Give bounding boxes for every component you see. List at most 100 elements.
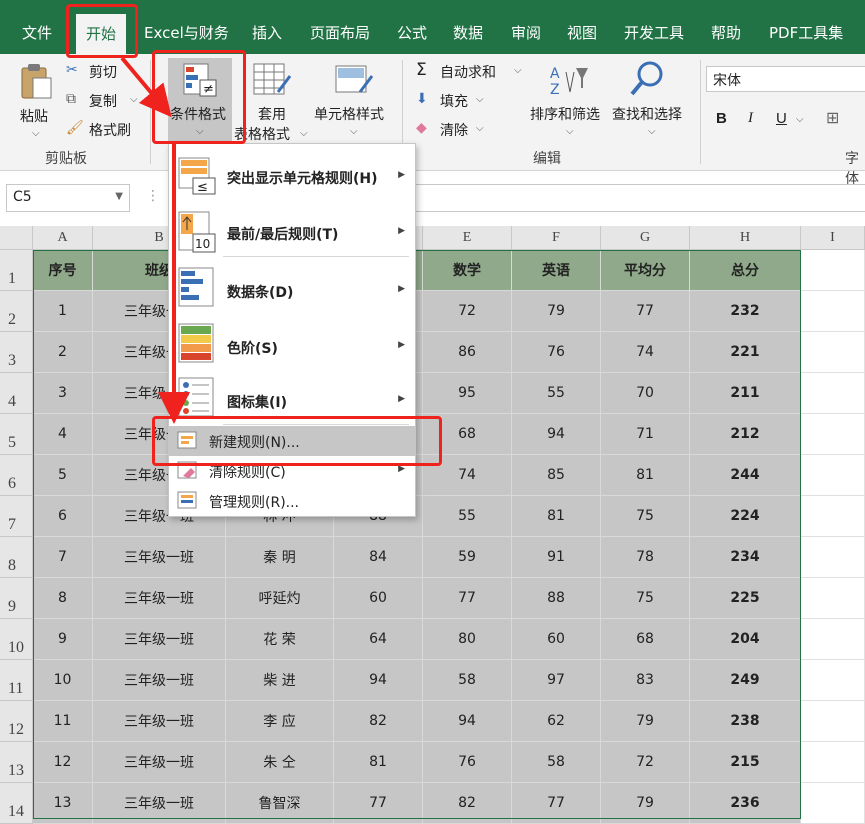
table-cell[interactable]: 94 (334, 660, 423, 701)
table-cell[interactable]: 64 (334, 619, 423, 660)
tab-review[interactable]: 审阅 (511, 18, 541, 48)
table-cell[interactable]: 204 (690, 619, 801, 660)
table-cell[interactable]: 13 (33, 783, 93, 824)
table-cell[interactable]: 呼延灼 (226, 578, 334, 619)
autosum-button[interactable]: Σ 自动求和 ⌵ (416, 60, 528, 84)
table-cell[interactable]: 70 (601, 373, 690, 414)
tab-developer[interactable]: 开发工具 (624, 18, 684, 48)
tab-excel-finance[interactable]: Excel与财务 (144, 18, 229, 48)
table-cell[interactable]: 88 (512, 578, 601, 619)
row-header[interactable]: 8 (0, 537, 33, 578)
header-cell[interactable]: 数学 (423, 250, 512, 291)
chevron-down-icon[interactable]: ▼ (115, 191, 123, 202)
table-cell[interactable]: 77 (601, 291, 690, 332)
cell-styles-button[interactable]: 单元格样式 ⌵ (312, 58, 396, 142)
cut-button[interactable]: ✂ 剪切 (64, 60, 134, 84)
table-cell[interactable]: 234 (690, 537, 801, 578)
table-cell[interactable]: 77 (423, 578, 512, 619)
table-cell[interactable]: 三年级一班 (93, 660, 226, 701)
tab-page-layout[interactable]: 页面布局 (310, 18, 370, 48)
header-cell[interactable]: 平均分 (601, 250, 690, 291)
underline-button[interactable]: U (776, 110, 787, 127)
fill-button[interactable]: ⬇ 填充 ⌵ (416, 89, 496, 113)
table-cell[interactable]: 5 (33, 455, 93, 496)
table-cell[interactable]: 81 (334, 742, 423, 783)
table-cell[interactable]: 86 (423, 332, 512, 373)
row-header[interactable]: 1 (0, 250, 33, 291)
table-cell[interactable]: 2 (33, 332, 93, 373)
table-cell[interactable]: 花 荣 (226, 619, 334, 660)
table-cell[interactable]: 55 (423, 496, 512, 537)
table-cell[interactable]: 62 (512, 701, 601, 742)
header-cell[interactable]: 序号 (33, 250, 93, 291)
table-cell[interactable]: 77 (512, 783, 601, 824)
table-cell[interactable]: 236 (690, 783, 801, 824)
tab-file[interactable]: 文件 (22, 18, 52, 48)
row-header[interactable]: 13 (0, 742, 33, 783)
table-cell[interactable]: 91 (512, 537, 601, 578)
tab-formulas[interactable]: 公式 (397, 18, 427, 48)
table-cell[interactable]: 74 (601, 332, 690, 373)
copy-button[interactable]: ⧉ 复制 ⌵ (64, 89, 144, 113)
empty-cell[interactable] (801, 619, 865, 660)
table-cell[interactable]: 7 (33, 537, 93, 578)
table-cell[interactable]: 232 (690, 291, 801, 332)
table-cell[interactable]: 三年级一班 (93, 742, 226, 783)
empty-cell[interactable] (801, 742, 865, 783)
table-cell[interactable]: 82 (334, 701, 423, 742)
empty-cell[interactable] (801, 496, 865, 537)
tab-pdf-tools[interactable]: PDF工具集 (769, 18, 843, 48)
table-cell[interactable]: 3 (33, 373, 93, 414)
table-cell[interactable]: 柴 进 (226, 660, 334, 701)
row-header[interactable]: 6 (0, 455, 33, 496)
table-cell[interactable]: 8 (33, 578, 93, 619)
row-header[interactable]: 7 (0, 496, 33, 537)
menu-item-manage-rules[interactable]: 管理规则(R)... (169, 486, 415, 516)
empty-cell[interactable] (801, 578, 865, 619)
menu-item-color-scales[interactable]: 色阶(S) ▶ (169, 318, 415, 372)
table-cell[interactable]: 94 (512, 414, 601, 455)
empty-cell[interactable] (801, 250, 865, 291)
table-cell[interactable]: 鲁智深 (226, 783, 334, 824)
select-all-corner[interactable] (0, 226, 33, 250)
table-cell[interactable]: 80 (423, 619, 512, 660)
row-header[interactable]: 4 (0, 373, 33, 414)
empty-cell[interactable] (801, 537, 865, 578)
row-header[interactable]: 2 (0, 291, 33, 332)
table-cell[interactable]: 60 (334, 578, 423, 619)
table-cell[interactable]: 77 (334, 783, 423, 824)
table-cell[interactable]: 55 (512, 373, 601, 414)
table-cell[interactable]: 211 (690, 373, 801, 414)
tab-data[interactable]: 数据 (453, 18, 483, 48)
column-header-a[interactable]: A (33, 226, 93, 250)
table-cell[interactable]: 215 (690, 742, 801, 783)
table-cell[interactable]: 72 (423, 291, 512, 332)
table-cell[interactable]: 4 (33, 414, 93, 455)
menu-item-highlight-rules[interactable]: ≤ 突出显示单元格规则(H) ▶ (169, 150, 415, 202)
table-cell[interactable]: 82 (423, 783, 512, 824)
empty-cell[interactable] (801, 373, 865, 414)
table-cell[interactable]: 95 (423, 373, 512, 414)
empty-cell[interactable] (801, 332, 865, 373)
table-cell[interactable]: 249 (690, 660, 801, 701)
table-cell[interactable]: 三年级一班 (93, 619, 226, 660)
table-cell[interactable]: 84 (334, 537, 423, 578)
row-header[interactable]: 5 (0, 414, 33, 455)
table-cell[interactable]: 朱 仝 (226, 742, 334, 783)
table-cell[interactable]: 225 (690, 578, 801, 619)
sort-filter-button[interactable]: A Z 排序和筛选 ⌵ (530, 58, 608, 142)
header-cell[interactable]: 总分 (690, 250, 801, 291)
empty-cell[interactable] (801, 701, 865, 742)
chevron-down-icon[interactable]: ⌵ (796, 114, 804, 125)
table-cell[interactable]: 58 (512, 742, 601, 783)
table-cell[interactable]: 97 (512, 660, 601, 701)
format-painter-button[interactable]: 🖌 格式刷 (64, 118, 144, 142)
column-header-h[interactable]: H (690, 226, 801, 250)
table-cell[interactable]: 三年级一班 (93, 701, 226, 742)
table-cell[interactable]: 9 (33, 619, 93, 660)
italic-button[interactable]: I (748, 110, 753, 127)
table-cell[interactable]: 81 (512, 496, 601, 537)
table-format-button[interactable]: 套用 表格格式 ⌵ (234, 58, 310, 143)
table-cell[interactable]: 221 (690, 332, 801, 373)
border-icon[interactable]: ⊞ (826, 108, 839, 127)
